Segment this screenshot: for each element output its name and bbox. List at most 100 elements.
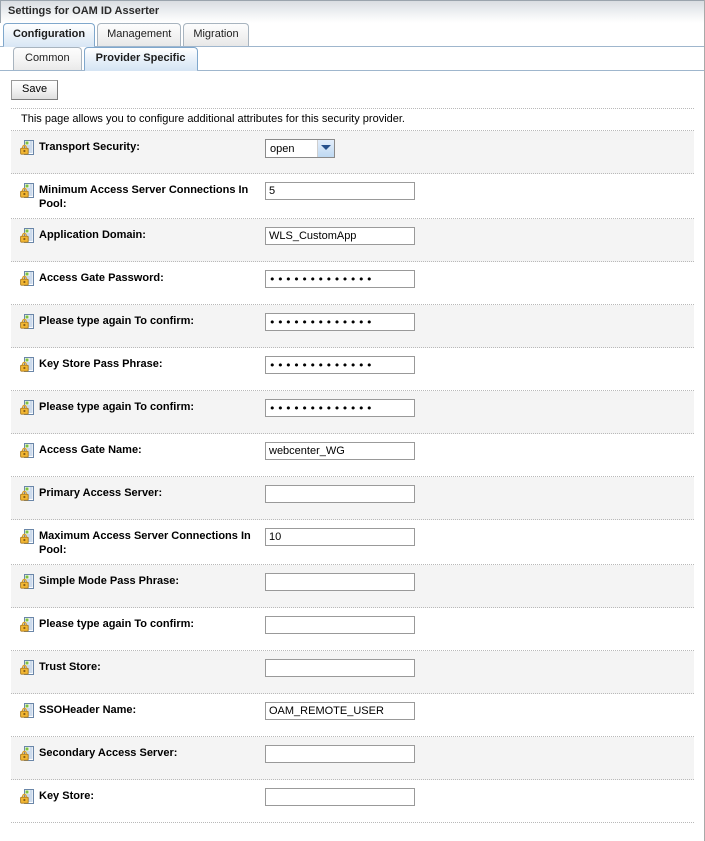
lock-document-icon: [19, 486, 35, 501]
text-input-access-gate-name[interactable]: [265, 442, 415, 460]
settings-page: Settings for OAM ID Asserter Configurati…: [0, 0, 705, 841]
form-row-minimum-access-server-connections-in-pool: Minimum Access Server Connections In Poo…: [11, 174, 694, 219]
form-field-cell: •••••••••••••: [265, 305, 694, 338]
subtab-provider-specific[interactable]: Provider Specific: [83, 47, 198, 71]
text-input-key-store[interactable]: [265, 788, 415, 806]
chevron-glyph: [321, 145, 331, 150]
field-label-simple-mode-pass-phrase-confirm: Please type again To confirm:: [39, 618, 195, 630]
form-row-access-gate-name: Access Gate Name:: [11, 434, 694, 477]
form-label-cell: Maximum Access Server Connections In Poo…: [11, 520, 265, 564]
subtab-common[interactable]: Common: [13, 47, 82, 70]
page-title: Settings for OAM ID Asserter: [8, 5, 160, 17]
form-label-cell: Key Store Pass Phrase:: [11, 348, 265, 378]
text-input-minimum-access-server-connections-in-pool[interactable]: [265, 182, 415, 200]
lock-document-icon: [19, 703, 35, 718]
form-label-cell: Primary Access Server:: [11, 477, 265, 507]
field-label-key-store-pass-phrase-confirm: Please type again To confirm:: [39, 401, 195, 413]
field-label-transport-security: Transport Security:: [39, 141, 140, 153]
form-label-cell: Trust Store:: [11, 651, 265, 681]
form-label-cell: Access Gate Password:: [11, 262, 265, 292]
field-label-access-gate-name: Access Gate Name:: [39, 444, 142, 456]
form-label-cell: SSOHeader Name:: [11, 694, 265, 724]
form-label-cell: Please type again To confirm:: [11, 305, 265, 335]
form-label-cell: Access Gate Name:: [11, 434, 265, 464]
form-row-access-gate-password: Access Gate Password: •••••••••••••: [11, 262, 694, 305]
password-input-access-gate-password-confirm[interactable]: •••••••••••••: [265, 313, 415, 331]
select-value: open: [270, 143, 295, 155]
lock-document-icon: [19, 529, 35, 544]
form-field-cell: [265, 434, 694, 467]
form-row-maximum-access-server-connections-in-pool: Maximum Access Server Connections In Poo…: [11, 520, 694, 565]
form-row-access-gate-password-confirm: Please type again To confirm: •••••••••••…: [11, 305, 694, 348]
form-row-list: Transport Security: open Minimum Access Se…: [11, 131, 694, 823]
select-transport-security[interactable]: open: [265, 139, 335, 158]
form-field-cell: [265, 174, 694, 207]
field-label-maximum-access-server-connections-in-pool: Maximum Access Server Connections In Poo…: [39, 530, 251, 556]
field-label-key-store-pass-phrase: Key Store Pass Phrase:: [39, 358, 163, 370]
form-label-cell: Minimum Access Server Connections In Poo…: [11, 174, 265, 218]
text-input-application-domain[interactable]: [265, 227, 415, 245]
tab-configuration[interactable]: Configuration: [3, 23, 96, 47]
form-label-cell: Application Domain:: [11, 219, 265, 249]
text-input-secondary-access-server[interactable]: [265, 745, 415, 763]
form-field-cell: [265, 651, 694, 684]
form-label-cell: Please type again To confirm:: [11, 391, 265, 421]
form-field-cell: [265, 477, 694, 510]
lock-document-icon: [19, 183, 35, 198]
form-row-transport-security: Transport Security: open: [11, 131, 694, 174]
field-label-simple-mode-pass-phrase: Simple Mode Pass Phrase:: [39, 575, 179, 587]
form-row-key-store-pass-phrase-confirm: Please type again To confirm: •••••••••••…: [11, 391, 694, 434]
form-field-cell: [265, 694, 694, 727]
field-label-key-store: Key Store:: [39, 790, 95, 802]
form-label-cell: Transport Security:: [11, 131, 265, 161]
form-row-simple-mode-pass-phrase: Simple Mode Pass Phrase:: [11, 565, 694, 608]
form-field-cell: [265, 565, 694, 598]
form-field-cell: [265, 520, 694, 553]
field-label-access-gate-password-confirm: Please type again To confirm:: [39, 315, 195, 327]
tab-migration[interactable]: Migration: [183, 23, 249, 46]
provider-specific-form: This page allows you to configure additi…: [11, 108, 694, 823]
form-field-cell: [265, 737, 694, 770]
field-label-ssoheader-name: SSOHeader Name:: [39, 704, 137, 716]
text-input-trust-store[interactable]: [265, 659, 415, 677]
form-field-cell: •••••••••••••: [265, 391, 694, 424]
primary-tab-strip: Configuration Management Migration: [0, 23, 705, 47]
lock-document-icon: [19, 660, 35, 675]
form-field-cell: open: [265, 131, 694, 168]
field-label-minimum-access-server-connections-in-pool: Minimum Access Server Connections In Poo…: [39, 184, 249, 210]
text-input-ssoheader-name[interactable]: [265, 702, 415, 720]
text-input-simple-mode-pass-phrase-confirm[interactable]: [265, 616, 415, 634]
lock-document-icon: [19, 271, 35, 286]
form-label-cell: Simple Mode Pass Phrase:: [11, 565, 265, 595]
text-input-simple-mode-pass-phrase[interactable]: [265, 573, 415, 591]
form-field-cell: [265, 219, 694, 252]
form-row-application-domain: Application Domain:: [11, 219, 694, 262]
lock-document-icon: [19, 574, 35, 589]
text-input-maximum-access-server-connections-in-pool[interactable]: [265, 528, 415, 546]
form-row-secondary-access-server: Secondary Access Server:: [11, 737, 694, 780]
form-field-cell: •••••••••••••: [265, 262, 694, 295]
form-row-trust-store: Trust Store:: [11, 651, 694, 694]
chevron-down-icon[interactable]: [317, 140, 334, 157]
form-label-cell: Key Store:: [11, 780, 265, 810]
lock-document-icon: [19, 789, 35, 804]
form-row-ssoheader-name: SSOHeader Name:: [11, 694, 694, 737]
password-input-key-store-pass-phrase-confirm[interactable]: •••••••••••••: [265, 399, 415, 417]
lock-document-icon: [19, 357, 35, 372]
lock-document-icon: [19, 228, 35, 243]
field-label-secondary-access-server: Secondary Access Server:: [39, 747, 178, 759]
form-row-simple-mode-pass-phrase-confirm: Please type again To confirm:: [11, 608, 694, 651]
password-input-key-store-pass-phrase[interactable]: •••••••••••••: [265, 356, 415, 374]
save-button[interactable]: Save: [11, 80, 59, 100]
text-input-primary-access-server[interactable]: [265, 485, 415, 503]
form-row-primary-access-server: Primary Access Server:: [11, 477, 694, 520]
window-title-bar: Settings for OAM ID Asserter: [0, 0, 705, 23]
field-label-access-gate-password: Access Gate Password:: [39, 272, 164, 284]
password-input-access-gate-password[interactable]: •••••••••••••: [265, 270, 415, 288]
secondary-tab-strip: Common Provider Specific: [0, 47, 705, 71]
tab-management[interactable]: Management: [97, 23, 182, 46]
form-row-key-store-pass-phrase: Key Store Pass Phrase: •••••••••••••: [11, 348, 694, 391]
action-button-row: Save: [0, 71, 705, 108]
lock-document-icon: [19, 746, 35, 761]
lock-document-icon: [19, 140, 35, 155]
